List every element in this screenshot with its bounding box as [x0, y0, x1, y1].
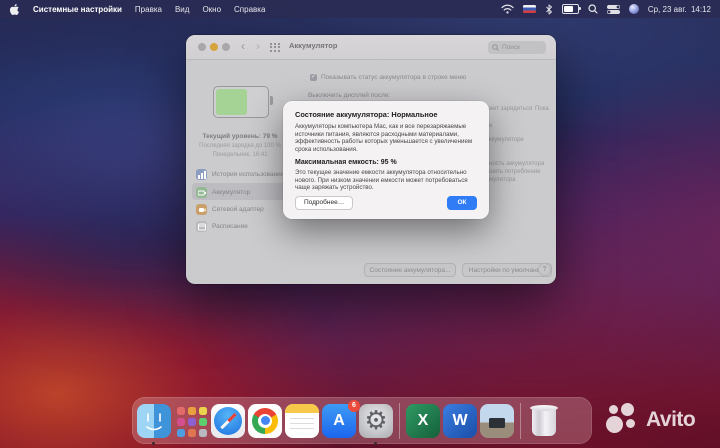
excel-icon[interactable]: X — [406, 403, 440, 438]
current-level-text: Текущий уровень: 79 % — [202, 133, 278, 140]
dock-divider — [520, 402, 521, 439]
dialog-capacity-title: Максимальная емкость: 95 % — [295, 159, 397, 166]
battery-level-graphic — [213, 86, 273, 118]
occluded-text-fragment: ккумуляторе — [489, 137, 524, 143]
close-button[interactable] — [198, 43, 206, 51]
running-indicator — [374, 441, 377, 445]
notes-icon[interactable] — [285, 403, 319, 438]
word-icon[interactable]: W — [443, 403, 477, 438]
search-input[interactable]: Поиск — [488, 40, 546, 54]
show-all-grid-icon[interactable] — [270, 43, 280, 52]
sidebar-item-label: Аккумулятор — [212, 189, 251, 196]
checkbox-checked-icon[interactable]: ✓ — [310, 74, 317, 81]
menu-bar: Системные настройки Правка Вид Окно Спра… — [0, 0, 720, 18]
wifi-icon[interactable] — [501, 4, 514, 14]
sidebar-item-label: Сетевой адаптер — [212, 206, 264, 213]
zoom-button[interactable] — [222, 43, 230, 51]
last-charge-text: Последняя зарядка до 100 % — [199, 143, 281, 149]
search-icon — [492, 43, 499, 51]
details-button[interactable]: Подробнее… — [295, 196, 354, 210]
sidebar-item-schedule[interactable]: Расписание — [196, 219, 248, 234]
excel-letter: X — [417, 411, 429, 429]
siri-icon[interactable] — [628, 4, 639, 14]
chrome-icon[interactable] — [248, 403, 282, 438]
dialog-title: Состояние аккумулятора: Нормальное — [295, 110, 438, 119]
back-button[interactable]: ‹ — [237, 38, 249, 55]
bluetooth-icon[interactable] — [545, 4, 553, 15]
search-placeholder: Поиск — [502, 43, 521, 51]
occluded-text-fragment: е — [489, 123, 493, 129]
window-titlebar[interactable]: ‹ › Аккумулятор Поиск — [186, 35, 556, 60]
sidebar-item-battery[interactable]: Аккумулятор — [196, 185, 250, 200]
dock-divider — [399, 402, 400, 439]
system-preferences-icon[interactable]: ⚙ — [359, 403, 393, 445]
menubar-clock[interactable]: Ср, 23 авг. 14:12 — [648, 5, 711, 14]
turn-off-display-label: Выключить дисплей после: — [308, 92, 391, 99]
avito-brand-text: Avito — [646, 408, 696, 431]
word-letter: W — [452, 411, 468, 429]
menubar-app-name[interactable]: Системные настройки — [33, 5, 122, 14]
menu-item-help[interactable]: Справка — [234, 5, 265, 14]
avito-logo-icon — [606, 403, 640, 437]
battery-status-icon[interactable] — [561, 4, 581, 14]
spotlight-icon[interactable] — [588, 4, 598, 14]
avito-watermark: Avito — [606, 403, 696, 437]
battery-fill — [216, 89, 248, 115]
system-preferences-window: ‹ › Аккумулятор Поиск ✓ Показывать стату… — [186, 35, 556, 284]
desktop: Системные настройки Правка Вид Окно Спра… — [0, 0, 720, 448]
sidebar-item-label: История использования — [212, 171, 285, 178]
gear-icon: ⚙ — [364, 405, 388, 436]
menu-item-window[interactable]: Окно — [202, 5, 221, 14]
battery-nub — [270, 96, 273, 105]
safari-icon[interactable] — [211, 403, 245, 438]
launchpad-icon[interactable] — [174, 404, 208, 438]
occluded-text-fragment: шить потребление — [489, 169, 541, 175]
apple-menu-icon[interactable] — [9, 3, 20, 16]
battery-icon — [196, 187, 207, 198]
forward-button[interactable]: › — [252, 38, 264, 55]
window-title: Аккумулятор — [289, 41, 338, 50]
finder-icon[interactable] — [137, 403, 171, 445]
menu-item-edit[interactable]: Правка — [135, 5, 162, 14]
image-file-icon[interactable] — [480, 403, 514, 438]
app-store-icon[interactable]: A 6 — [322, 399, 360, 438]
battery-condition-dialog: Состояние аккумулятора: Нормальное Аккум… — [283, 101, 489, 219]
control-center-icon[interactable] — [606, 4, 620, 14]
dialog-paragraph: Это текущее значение емкости аккумулятор… — [295, 169, 468, 191]
battery-state-button[interactable]: Состояние аккумулятора... — [364, 263, 456, 277]
help-button[interactable]: ? — [538, 263, 551, 276]
sidebar-item-power-adapter[interactable]: Сетевой адаптер — [196, 202, 264, 217]
minimize-button[interactable] — [210, 43, 218, 51]
menu-item-view[interactable]: Вид — [175, 5, 189, 14]
power-adapter-icon — [196, 204, 207, 215]
running-indicator — [152, 441, 155, 445]
occluded-text-fragment: мулятора — [489, 177, 516, 183]
checkbox-label: Показывать статус аккумулятора в строке … — [321, 74, 467, 81]
sidebar-item-label: Расписание — [212, 223, 248, 230]
ok-button[interactable]: ОК — [447, 196, 477, 210]
occluded-text-fragment: Пока — [535, 106, 549, 112]
show-battery-status-checkbox-row[interactable]: ✓ Показывать статус аккумулятора в строк… — [310, 74, 466, 81]
input-language-flag-icon[interactable] — [522, 5, 536, 13]
occluded-text-fragment: жет зарядиться — [489, 106, 533, 112]
sidebar-item-usage-history[interactable]: История использования — [196, 167, 284, 182]
usage-history-icon — [196, 169, 207, 180]
last-charge-time-text: Понедельник, 16:41 — [212, 152, 268, 158]
occluded-text-fragment: ность аккумулятора — [489, 161, 545, 167]
schedule-icon — [196, 221, 207, 232]
dialog-paragraph: Аккумуляторы компьютера Mac, как и все п… — [295, 123, 473, 153]
trash-icon[interactable] — [527, 404, 561, 438]
dock: A 6 ⚙ X W — [132, 397, 592, 445]
